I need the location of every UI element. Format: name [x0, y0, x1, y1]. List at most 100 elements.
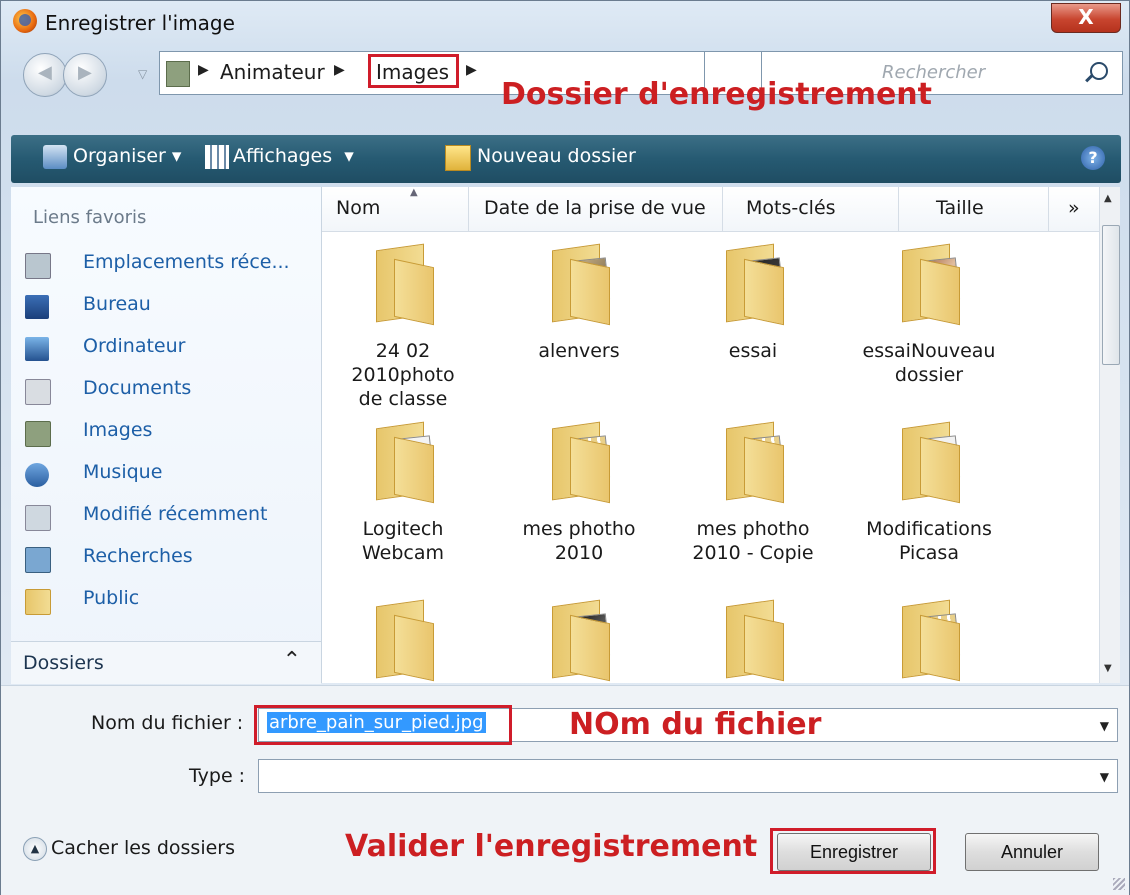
folder-name-line2: 2010 - Copie	[692, 542, 814, 564]
filename-annotation: NOm du fichier	[569, 707, 822, 742]
folder-name-line1: essaiNouveau	[862, 340, 996, 362]
folder-name-line1: essai	[728, 340, 778, 362]
folder-name-line1: Modifications	[866, 518, 992, 540]
organize-icon	[43, 145, 67, 169]
crumb-animateur[interactable]: Animateur	[220, 60, 325, 84]
scroll-down-icon[interactable]: ▼	[1104, 663, 1112, 674]
filename-highlight-box	[254, 705, 512, 745]
folder-icon	[894, 599, 964, 682]
help-icon[interactable]: ?	[1081, 146, 1105, 170]
chevron-up-icon[interactable]: ▲	[23, 837, 47, 861]
chevron-down-icon[interactable]: ▼	[1100, 719, 1109, 733]
scroll-thumb[interactable]	[1102, 225, 1120, 365]
folder-name-line2: dossier	[894, 364, 964, 386]
folder-item[interactable]: alenvers	[504, 237, 654, 407]
close-button[interactable]: X	[1051, 3, 1121, 33]
folder-icon	[368, 243, 438, 326]
folder-annotation: Dossier d'enregistrement	[501, 77, 933, 112]
views-icon	[205, 145, 229, 169]
folders-label: Dossiers	[23, 652, 104, 674]
chevron-up-icon[interactable]: ⌃	[283, 648, 301, 673]
navigation-pane: Liens favoris Emplacements réce... Burea…	[11, 187, 322, 683]
crumb-separator-icon[interactable]: ▶	[466, 62, 477, 78]
cancel-button[interactable]: Annuler	[965, 833, 1099, 871]
column-tags[interactable]: Mots-clés	[746, 197, 836, 219]
sort-arrow-icon: ▲	[410, 187, 418, 198]
file-list: Nom ▲ Date de la prise de vue Mots-clés …	[322, 187, 1119, 683]
folder-item[interactable]: essaiNouveau dossier	[854, 237, 1004, 407]
column-divider[interactable]	[1048, 187, 1049, 231]
column-date-taken[interactable]: Date de la prise de vue	[484, 197, 706, 219]
photo-folder-icon	[718, 243, 788, 326]
column-divider[interactable]	[722, 187, 723, 231]
save-image-dialog: Enregistrer l'image X ◀ ▶ ▽ ▶ Animateur …	[0, 0, 1130, 895]
forward-arrow-icon: ▶	[78, 62, 92, 83]
hide-folders-link[interactable]: Cacher les dossiers	[51, 837, 235, 859]
folder-item[interactable]	[678, 593, 828, 683]
folder-name-line1: Logitech	[362, 518, 444, 540]
new-folder-button[interactable]: Nouveau dossier	[477, 145, 636, 167]
recent-places-icon	[25, 253, 51, 279]
validate-annotation: Valider l'enregistrement	[345, 829, 758, 864]
folder-name-line1: 24 02 2010photo	[351, 340, 455, 386]
folder-item[interactable]	[504, 593, 654, 683]
forward-button[interactable]: ▶	[63, 53, 107, 97]
folder-name-line2: Webcam	[361, 542, 445, 564]
folder-item[interactable]	[854, 593, 1004, 683]
search-icon[interactable]	[1090, 62, 1108, 80]
folder-icon	[544, 421, 614, 504]
title-bar: Enregistrer l'image X	[1, 1, 1129, 45]
folder-item[interactable]: mes photho 2010 - Copie	[678, 415, 828, 585]
column-name[interactable]: Nom	[336, 197, 380, 219]
photo-folder-icon	[894, 421, 964, 504]
column-divider[interactable]	[898, 187, 899, 231]
column-headers: Nom ▲ Date de la prise de vue Mots-clés …	[322, 187, 1100, 232]
folder-item[interactable]: mes photho 2010	[504, 415, 654, 585]
folders-toggle-bar[interactable]: Dossiers ⌃	[11, 641, 321, 684]
folder-item[interactable]	[328, 593, 478, 683]
recently-changed-icon	[25, 505, 51, 531]
type-select[interactable]: ▼	[258, 759, 1118, 793]
crumb-separator-icon[interactable]: ▶	[334, 62, 345, 78]
back-arrow-icon: ◀	[38, 62, 52, 83]
address-bar: ◀ ▶ ▽ ▶ Animateur ▶ Images ▶ Rechercher …	[1, 47, 1129, 147]
folder-name-line1: alenvers	[538, 340, 620, 362]
scroll-up-icon[interactable]: ▲	[1104, 193, 1112, 204]
folder-item[interactable]: 24 02 2010photo de classe	[328, 237, 478, 410]
type-label: Type :	[189, 765, 246, 787]
favorites-header: Liens favoris	[33, 207, 147, 228]
folder-name-line2: de classe	[358, 388, 448, 410]
folder-name-line1: mes photho	[522, 518, 636, 540]
folder-item[interactable]: essai	[678, 237, 828, 407]
folder-item[interactable]: Modifications Picasa	[854, 415, 1004, 585]
command-toolbar: Organiser ▾ Affichages ▾ Nouveau dossier…	[11, 135, 1121, 183]
folder-name-line1: mes photho	[696, 518, 810, 540]
folder-item[interactable]: Logitech Webcam	[328, 415, 478, 585]
vertical-scrollbar[interactable]: ▲ ▼	[1099, 187, 1120, 683]
organize-menu[interactable]: Organiser ▾	[73, 145, 181, 167]
photo-folder-icon	[544, 243, 614, 326]
folder-icon	[718, 599, 788, 682]
resize-grip[interactable]	[1113, 878, 1125, 890]
column-size[interactable]: Taille	[936, 197, 984, 219]
crumb-separator-icon[interactable]: ▶	[198, 62, 209, 78]
photo-folder-icon	[894, 243, 964, 326]
column-divider[interactable]	[468, 187, 469, 231]
views-menu[interactable]: Affichages ▾	[233, 145, 354, 167]
documents-icon	[25, 379, 51, 405]
photo-folder-icon	[544, 599, 614, 682]
searches-icon	[25, 547, 51, 573]
back-button[interactable]: ◀	[23, 53, 67, 97]
chevron-down-icon[interactable]: ▼	[1100, 770, 1109, 784]
folder-icon	[718, 421, 788, 504]
public-folder-icon	[25, 589, 51, 615]
folder-icon	[368, 599, 438, 682]
filename-label: Nom du fichier :	[91, 712, 244, 734]
computer-icon	[25, 337, 49, 361]
recent-pages-dropdown[interactable]: ▽	[138, 67, 147, 81]
save-highlight-box	[770, 828, 936, 874]
new-folder-icon	[445, 145, 471, 171]
folder-name-line2: Picasa	[899, 542, 959, 564]
more-columns-icon[interactable]: »	[1068, 197, 1080, 219]
pictures-folder-icon	[166, 61, 190, 87]
